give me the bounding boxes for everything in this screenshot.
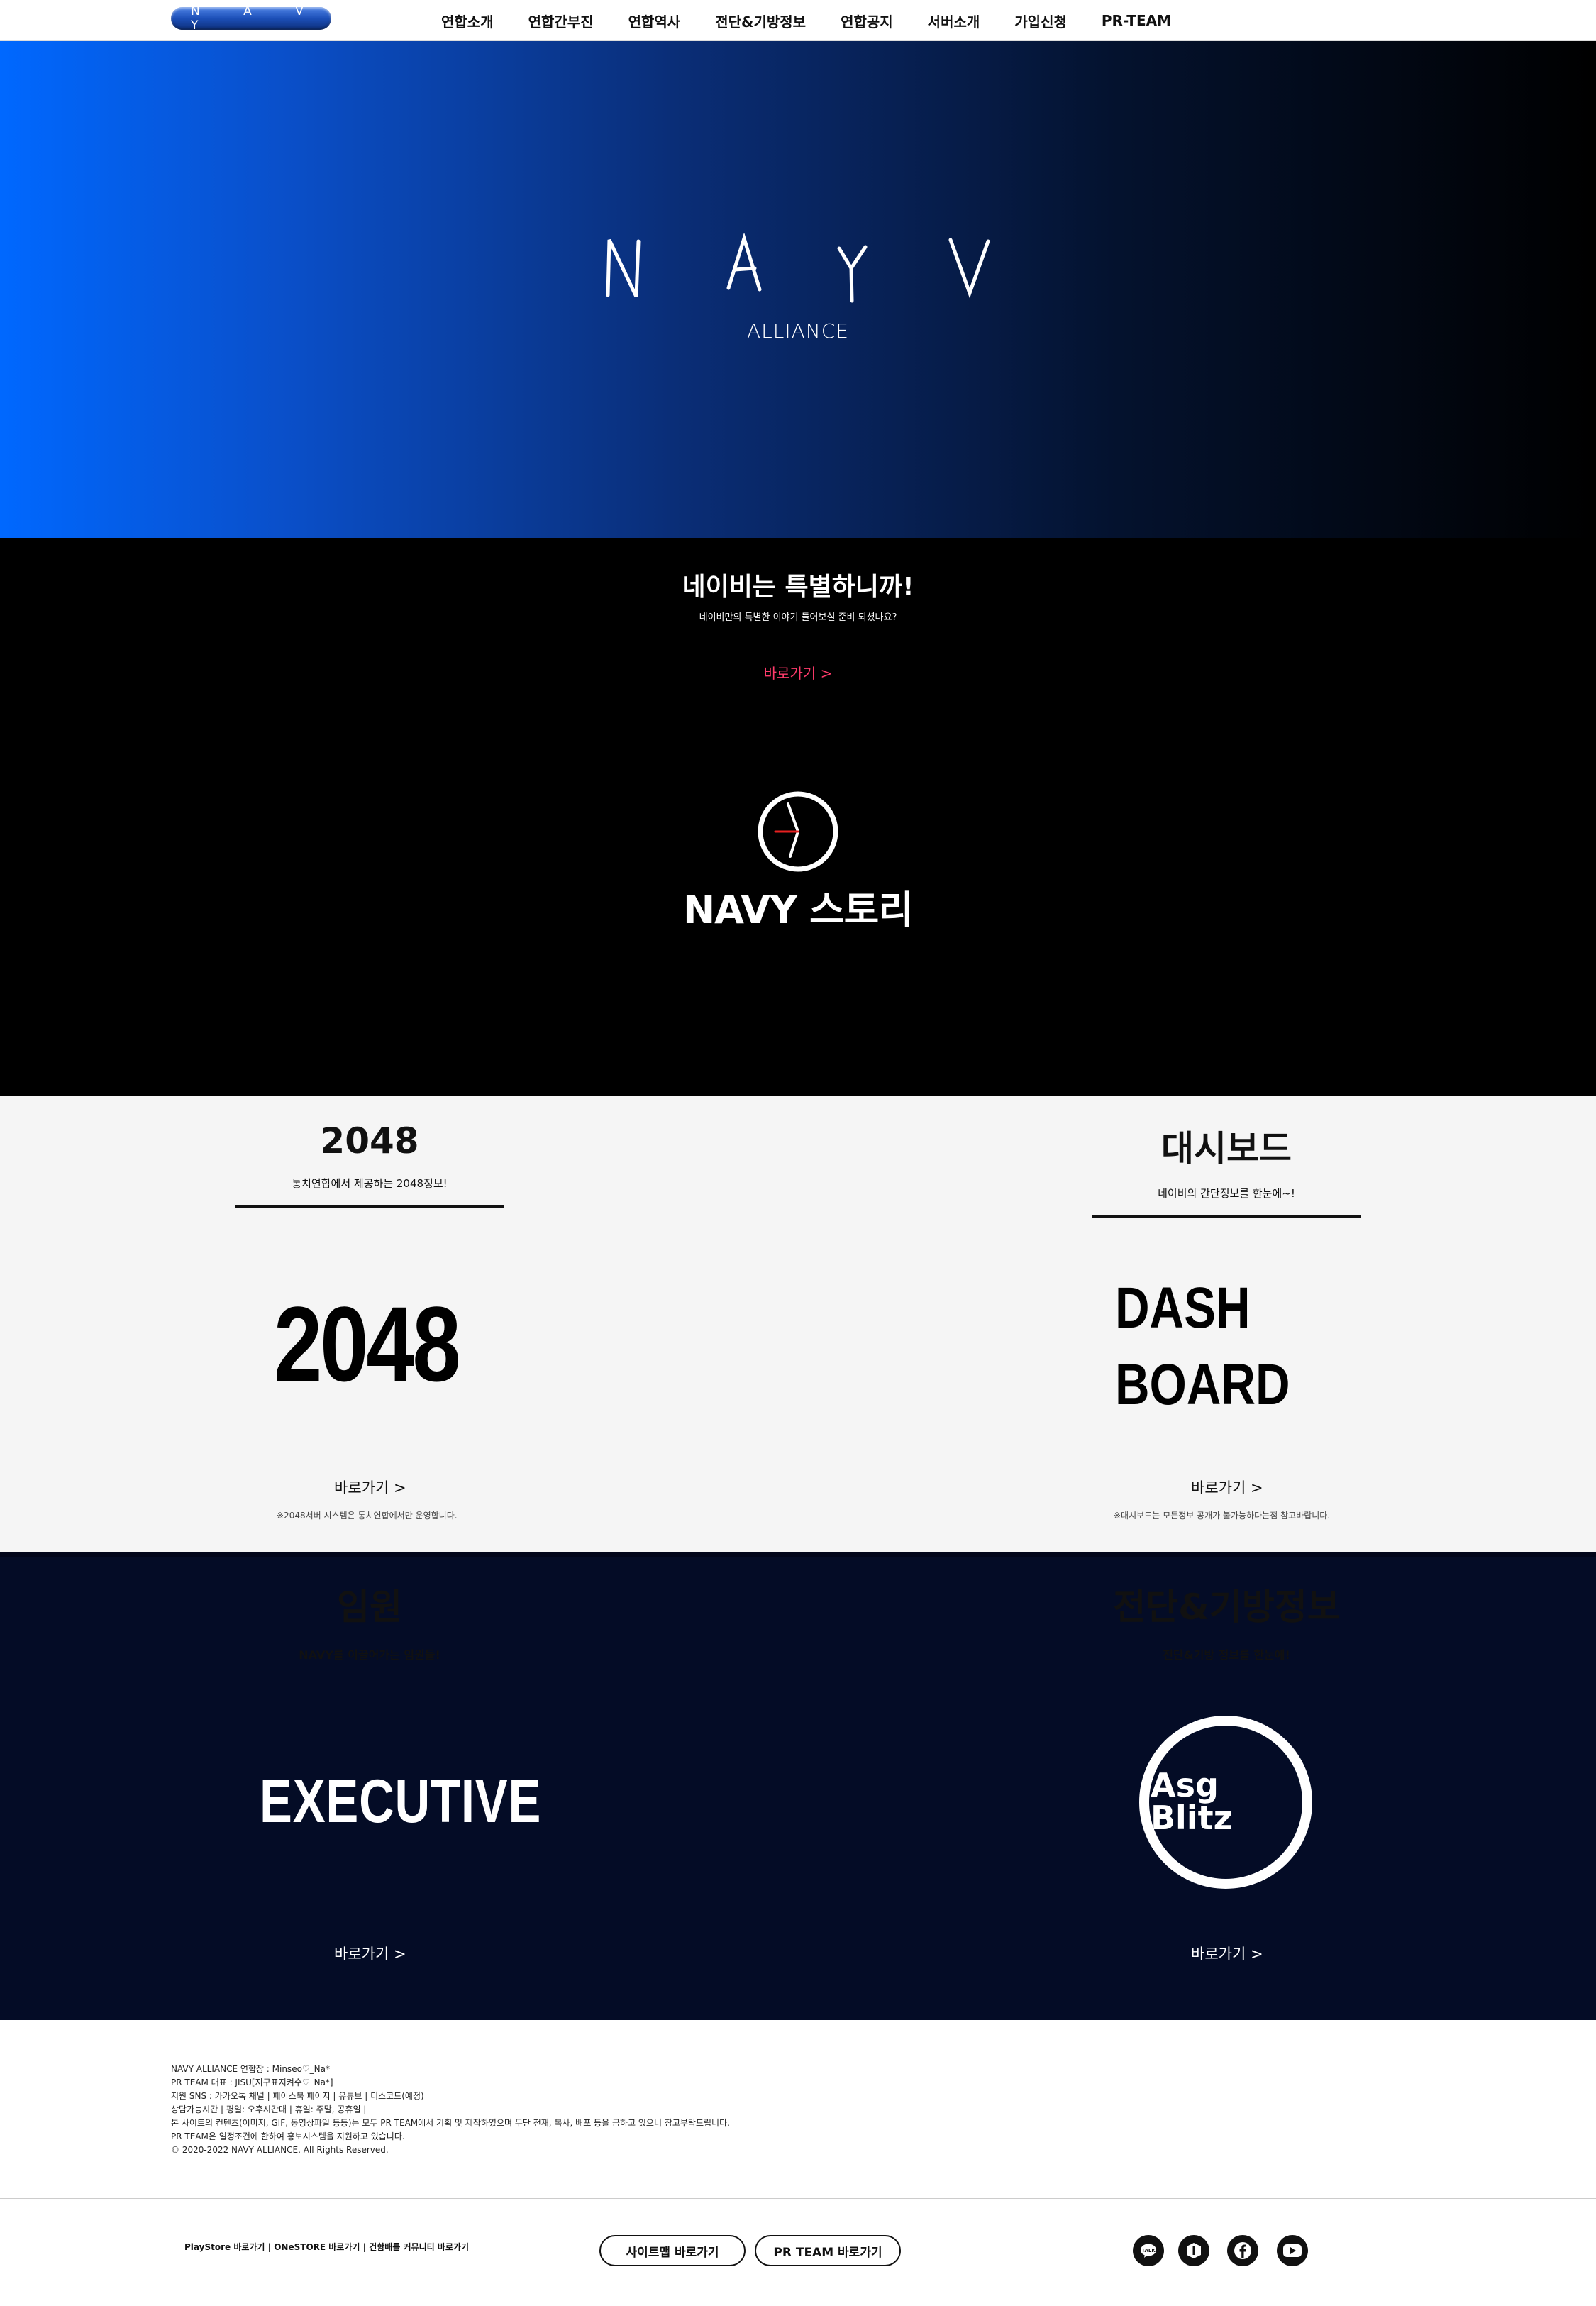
story-link[interactable]: 바로가기 > bbox=[0, 662, 1596, 683]
playstore-link[interactable]: PlayStore 바로가기 bbox=[184, 2242, 265, 2252]
card-executive-subtitle: NAVY를 이끌어가는 임원들! bbox=[299, 1648, 440, 1662]
footer-info: NAVY ALLIANCE 연합장 : Minseo♡_Na* PR TEAM … bbox=[171, 2063, 730, 2157]
footer-info-line: PR TEAM 대표 : JISU[지구표지켜수♡_Na*] bbox=[171, 2078, 333, 2087]
hero-logo bbox=[0, 233, 1596, 304]
big-2048-text: 2048 bbox=[274, 1284, 461, 1403]
blitz-text: Blitz bbox=[1151, 1799, 1232, 1837]
facebook-icon[interactable] bbox=[1227, 2235, 1258, 2266]
channel-icon[interactable] bbox=[1178, 2235, 1209, 2266]
onestore-link[interactable]: ONeSTORE 바로가기 bbox=[274, 2242, 360, 2252]
sitemap-button[interactable]: 사이트맵 바로가기 bbox=[599, 2235, 746, 2266]
footer-info-line: NAVY ALLIANCE 연합장 : Minseo♡_Na* bbox=[171, 2064, 331, 2074]
footer-info-line: 상담가능시간 | 평일: 오후시간대 | 휴일: 주말, 공휴일 | bbox=[171, 2104, 367, 2114]
card-dashboard-divider bbox=[1092, 1215, 1361, 1218]
talk-icon[interactable]: TALK bbox=[1133, 2235, 1164, 2266]
pr-team-button[interactable]: PR TEAM 바로가기 bbox=[755, 2235, 901, 2266]
card-dashboard-title: 대시보드 bbox=[1161, 1128, 1292, 1169]
hero-subtitle: ALLIANCE bbox=[747, 319, 849, 343]
card-executive-title: 임원 bbox=[337, 1587, 402, 1628]
dash-line: DASH bbox=[1115, 1276, 1251, 1340]
story-brand: NAVY 스토리 bbox=[682, 888, 914, 932]
footer-info-line: 지원 SNS : 카카오톡 채널 | 페이스북 페이지 | 유튜브 | 디스코드… bbox=[171, 2091, 424, 2101]
menu-item-join[interactable]: 가입신청 bbox=[1014, 11, 1067, 31]
youtube-icon[interactable] bbox=[1277, 2235, 1308, 2266]
community-link[interactable]: 건함배틀 커뮤니티 바로가기 bbox=[369, 2242, 469, 2252]
card-2048-title: 2048 bbox=[320, 1120, 419, 1162]
footer-links: PlayStore 바로가기 | ONeSTORE 바로가기 | 건함배틀 커뮤… bbox=[184, 2242, 470, 2252]
card-executive-link[interactable]: 바로가기 > bbox=[334, 1943, 406, 1964]
footer-info-line: © 2020-2022 NAVY ALLIANCE. All Rights Re… bbox=[171, 2145, 389, 2155]
navy-wordmark bbox=[606, 233, 990, 303]
footer-info-line: PR TEAM은 일정조건에 한하여 홍보시스템을 지원하고 있습니다. bbox=[171, 2131, 405, 2141]
navy-logo[interactable]: N A V Y bbox=[171, 4, 331, 33]
card-executive: 임원 NAVY를 이끌어가는 임원들! bbox=[235, 1579, 504, 1662]
card-2048-divider bbox=[235, 1205, 504, 1208]
card-battle-info-subtitle: 전단&기방 정보를 한눈에! bbox=[1163, 1648, 1290, 1662]
card-2048-link[interactable]: 바로가기 > bbox=[334, 1477, 406, 1498]
menu-item-notice[interactable]: 연합공지 bbox=[841, 11, 893, 31]
asg-blitz-logo: Asg Blitz bbox=[1139, 1716, 1312, 1889]
footer-info-line: 본 사이트의 컨텐츠(이미지, GIF, 동영상파일 등등)는 모두 PR TE… bbox=[171, 2118, 730, 2128]
story-subtitle: 네이비만의 특별한 이야기 들어보실 준비 되셨나요? bbox=[699, 612, 897, 623]
menu-item-server[interactable]: 서버소개 bbox=[928, 11, 980, 31]
big-executive-text: EXECUTIVE bbox=[260, 1767, 542, 1836]
svg-text:TALK: TALK bbox=[1141, 2248, 1156, 2253]
top-nav: N A V Y 연합소개 연합간부진 연합역사 전단&기방정보 연합공지 서버소… bbox=[0, 0, 1596, 41]
card-battle-info-title: 전단&기방정보 bbox=[1113, 1587, 1340, 1628]
story-title: 네이비는 특별하니까! bbox=[682, 573, 914, 602]
menu-item-pr-team[interactable]: PR-TEAM bbox=[1102, 12, 1171, 29]
main-menu: 연합소개 연합간부진 연합역사 전단&기방정보 연합공지 서버소개 가입신청 P… bbox=[441, 0, 1206, 41]
card-dashboard: 대시보드 네이비의 간단정보를 한눈에~! bbox=[1092, 1096, 1361, 1218]
menu-item-about[interactable]: 연합소개 bbox=[441, 11, 494, 31]
footer-divider bbox=[0, 2198, 1596, 2199]
card-dashboard-note: ※대시보드는 모든정보 공개가 불가능하다는점 참고바랍니다. bbox=[1114, 1511, 1331, 1521]
card-battle-info-link[interactable]: 바로가기 > bbox=[1191, 1943, 1263, 1964]
card-2048: 2048 통치연합에서 제공하는 2048정보! bbox=[235, 1096, 504, 1208]
big-dashboard-text: DASH BOARD bbox=[1115, 1270, 1290, 1423]
card-2048-note: ※2048서버 시스템은 통치연합에서만 운영합니다. bbox=[277, 1511, 458, 1521]
card-battle-info: 전단&기방정보 전단&기방 정보를 한눈에! bbox=[1085, 1579, 1368, 1662]
card-2048-subtitle: 통치연합에서 제공하는 2048정보! bbox=[292, 1177, 448, 1190]
clock-icon bbox=[758, 791, 838, 872]
menu-item-battle-info[interactable]: 전단&기방정보 bbox=[715, 11, 806, 31]
card-dashboard-link[interactable]: 바로가기 > bbox=[1191, 1477, 1263, 1498]
hero-banner: ALLIANCE bbox=[0, 41, 1596, 538]
menu-item-officers[interactable]: 연합간부진 bbox=[528, 11, 594, 31]
board-line: BOARD bbox=[1115, 1352, 1290, 1417]
card-dashboard-subtitle: 네이비의 간단정보를 한눈에~! bbox=[1158, 1187, 1295, 1200]
menu-item-history[interactable]: 연합역사 bbox=[628, 11, 681, 31]
story-section: 네이비는 특별하니까! 네이비만의 특별한 이야기 들어보실 준비 되셨나요? … bbox=[0, 538, 1596, 1096]
